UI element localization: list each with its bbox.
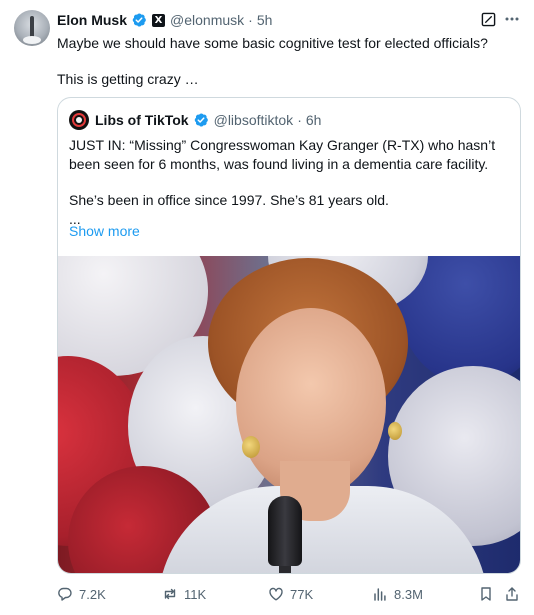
verified-badge-icon (132, 13, 146, 27)
quoted-tweet-photo[interactable] (58, 256, 520, 573)
reply-button[interactable]: 7.2K (57, 586, 106, 602)
more-options-icon[interactable] (504, 11, 520, 27)
quoted-author-name[interactable]: Libs of TikTok (95, 112, 189, 128)
reply-icon (58, 587, 72, 601)
views-chart-icon (374, 588, 386, 601)
quoted-text-paragraph-1: JUST IN: “Missing” Congresswoman Kay Gra… (69, 137, 496, 172)
microphone-shape (268, 496, 302, 566)
tweet-header: Elon Musk X @elonmusk · 5h (57, 11, 272, 29)
heart-icon (269, 587, 283, 601)
tweet-time[interactable]: 5h (257, 12, 273, 28)
like-count: 77K (290, 586, 314, 602)
quoted-author-avatar[interactable] (69, 110, 89, 130)
action-bar: 7.2K 11K 77K 8.3M (0, 580, 534, 610)
tweet-text: Maybe we should have some basic cognitiv… (57, 34, 522, 89)
avatar-core-shape (76, 117, 82, 123)
share-icon (506, 587, 518, 601)
reply-count: 7.2K (79, 586, 106, 602)
tweet-text-line-2: This is getting crazy … (57, 71, 199, 87)
author-avatar[interactable] (14, 10, 50, 46)
bookmark-icon (481, 587, 491, 601)
x-logo-icon: X (152, 13, 166, 27)
author-name[interactable]: Elon Musk (57, 12, 127, 28)
views-button[interactable]: 8.3M (372, 586, 423, 602)
views-count: 8.3M (394, 586, 423, 602)
share-button[interactable] (504, 586, 526, 602)
repost-icon (164, 588, 176, 600)
quoted-tweet[interactable]: Libs of TikTok @libsoftiktok · 6h JUST I… (57, 97, 521, 574)
separator-dot: · (297, 112, 302, 128)
quoted-tweet-time[interactable]: 6h (306, 112, 322, 128)
separator-dot: · (248, 12, 253, 28)
author-handle[interactable]: @elonmusk (170, 12, 244, 28)
show-more-link[interactable]: Show more (69, 223, 140, 239)
earring-shape (242, 436, 260, 458)
quoted-tweet-header: Libs of TikTok @libsoftiktok · 6h (69, 110, 321, 130)
quoted-author-handle[interactable]: @libsoftiktok (214, 112, 294, 128)
smoke-shape (23, 36, 41, 44)
repost-count: 11K (184, 586, 207, 602)
quoted-text-paragraph-2: She’s been in office since 1997. She’s 8… (69, 192, 389, 208)
like-button[interactable]: 77K (268, 586, 313, 602)
tweet-card[interactable]: Elon Musk X @elonmusk · 5h Maybe we shou… (0, 0, 534, 615)
bookmark-button[interactable] (478, 586, 500, 602)
verified-badge-icon (194, 113, 208, 127)
rocket-shape (30, 16, 34, 38)
earring-shape (388, 422, 402, 440)
grok-edit-icon[interactable] (481, 12, 496, 27)
quoted-tweet-text: JUST IN: “Missing” Congresswoman Kay Gra… (69, 136, 511, 229)
tweet-text-line-1: Maybe we should have some basic cognitiv… (57, 35, 488, 51)
repost-button[interactable]: 11K (162, 586, 206, 602)
